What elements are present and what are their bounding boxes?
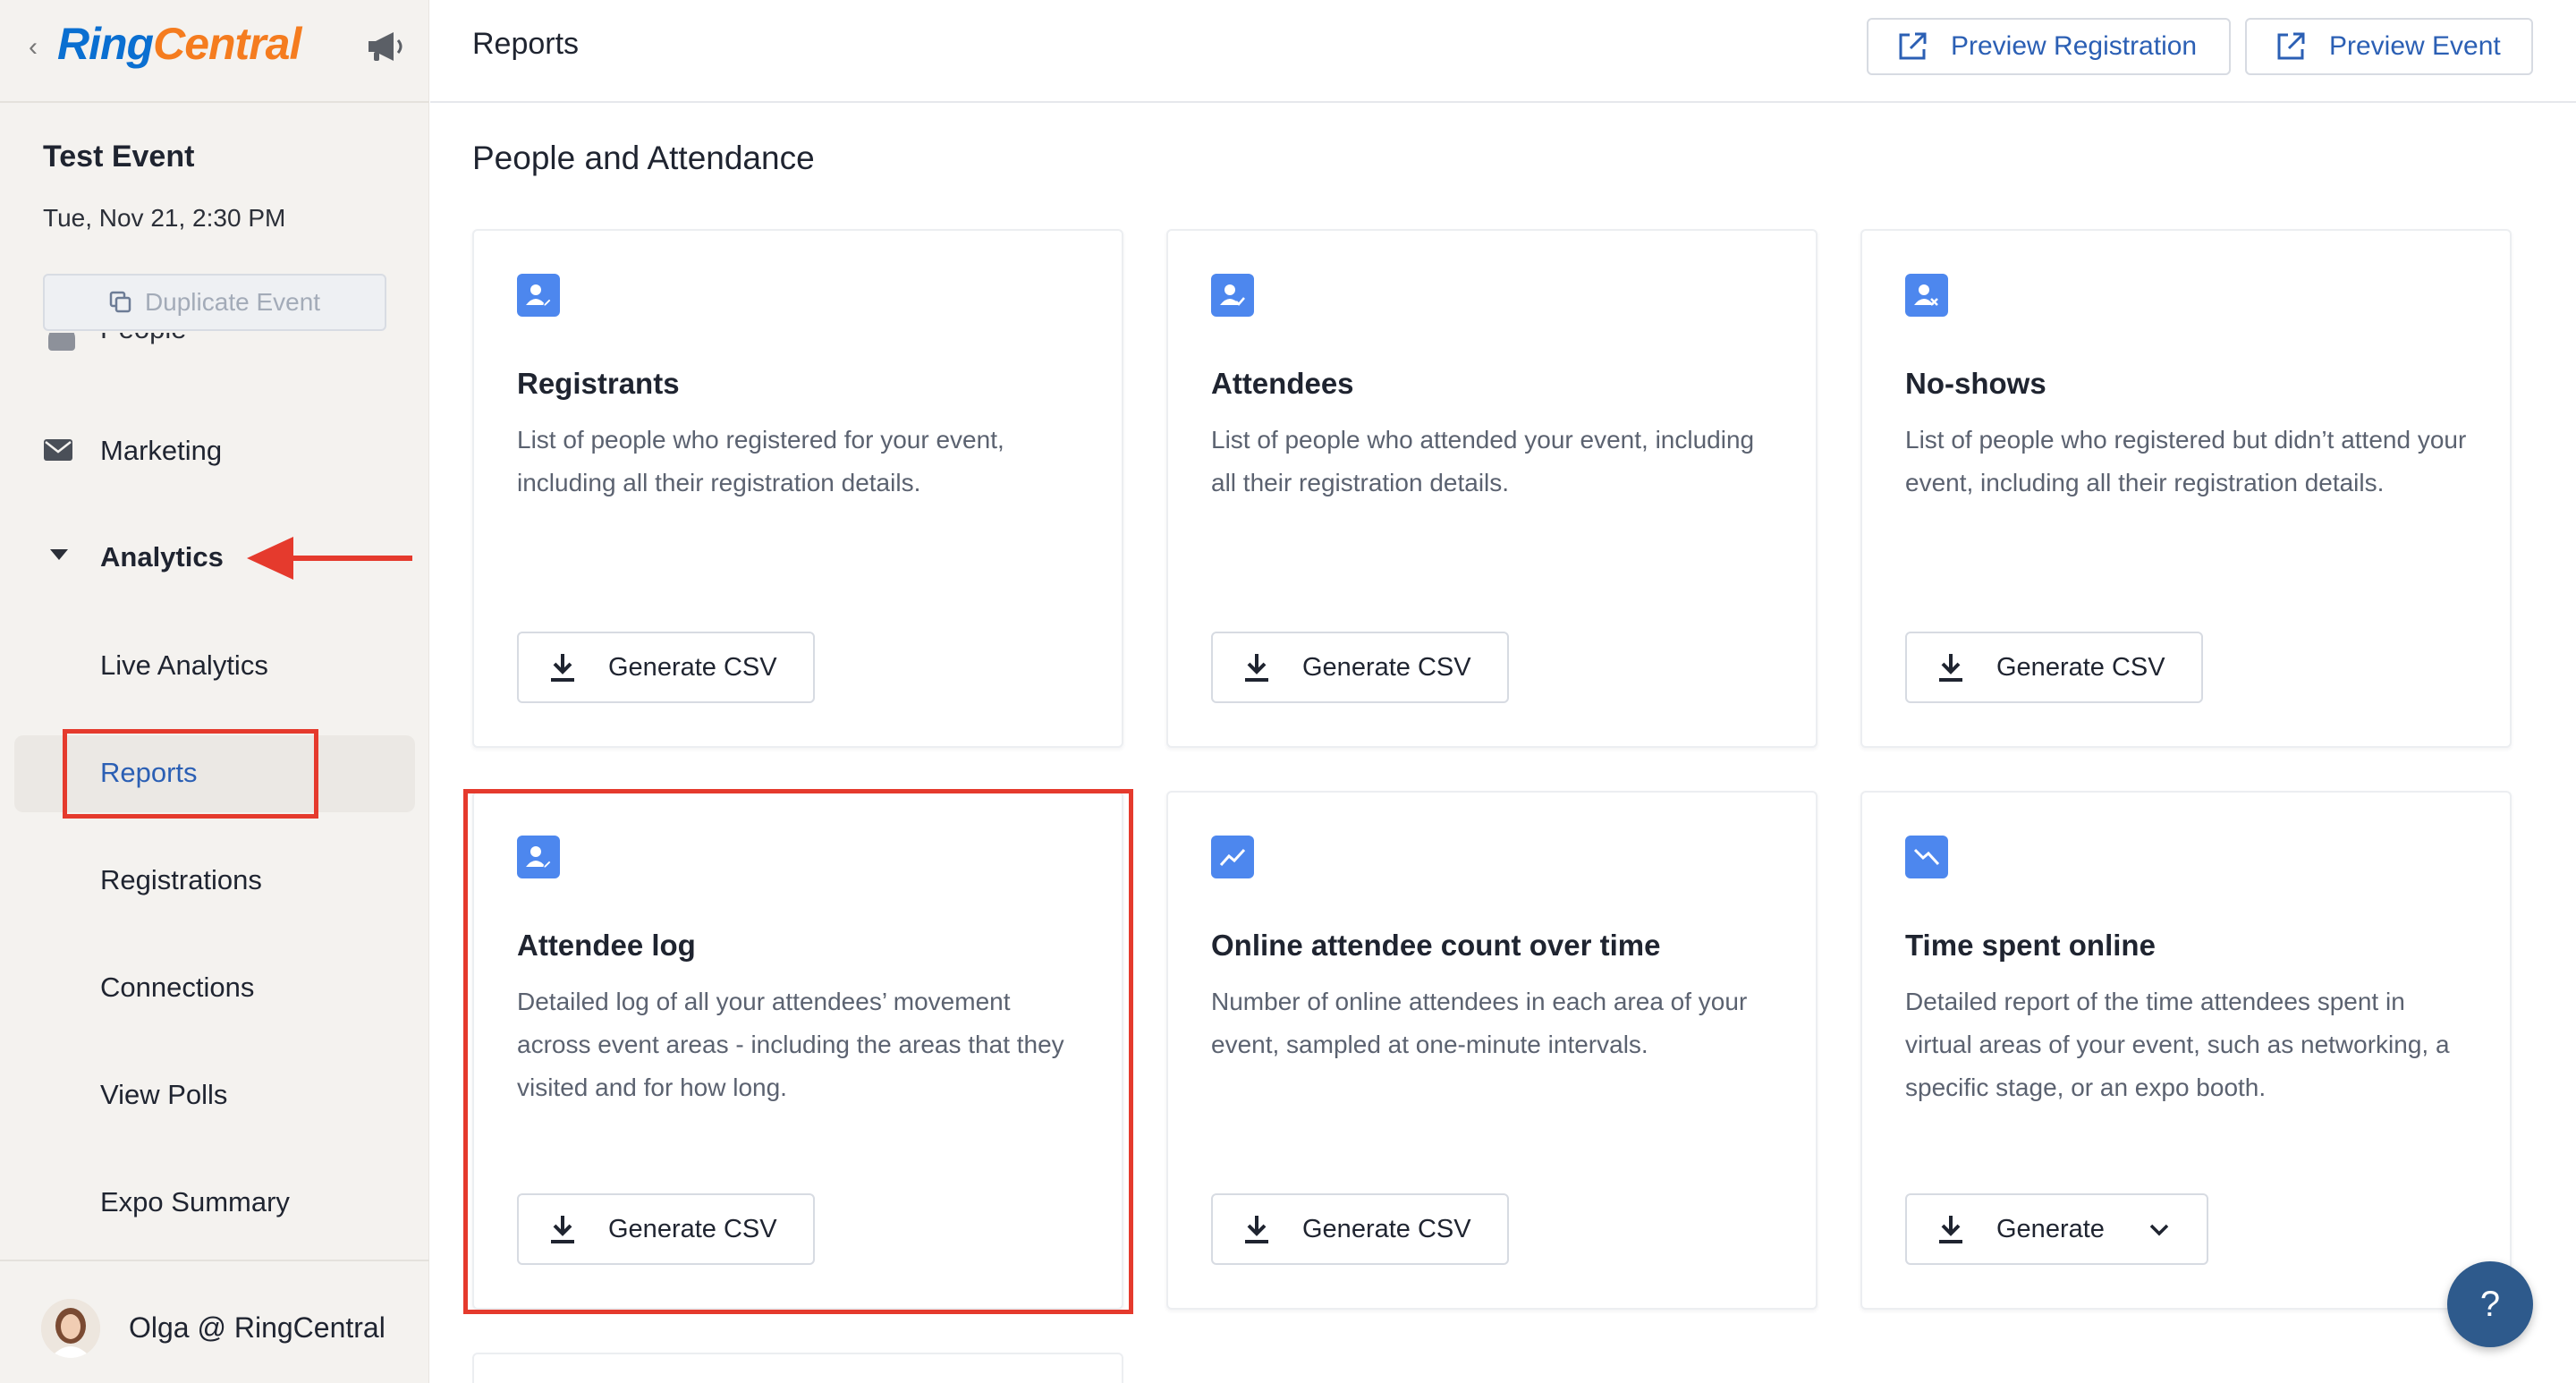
event-title: Test Event: [43, 140, 195, 174]
logo-part-ring: Ring: [57, 19, 154, 69]
user-name[interactable]: Olga @ RingCentral: [129, 1311, 386, 1345]
user-x-icon: [1905, 274, 1948, 317]
card-title: Online attendee count over time: [1211, 929, 1661, 962]
report-card-attendees: Attendees List of people who attended yo…: [1166, 229, 1818, 748]
report-card-no-shows: No-shows List of people who registered b…: [1860, 229, 2512, 748]
preview-event-button[interactable]: Preview Event: [2245, 18, 2533, 75]
duplicate-event-button[interactable]: Duplicate Event: [43, 274, 386, 331]
chevron-down-icon: [2149, 1224, 2169, 1236]
card-description: List of people who registered but didn’t…: [1905, 426, 2467, 496]
sidebar-item-live-analytics[interactable]: Live Analytics: [100, 649, 268, 682]
top-header: Reports Preview Registration Preview Eve…: [430, 0, 2576, 103]
download-icon: [1939, 1216, 1962, 1243]
user-check-icon: [1211, 274, 1254, 317]
reports-highlight-box: [63, 729, 318, 819]
generate-csv-button[interactable]: Generate CSV: [1211, 1193, 1509, 1265]
people-icon: [48, 333, 75, 351]
card-title: Time spent online: [1905, 929, 2156, 962]
sidebar-item-people[interactable]: People: [43, 333, 383, 361]
card-title: No-shows: [1905, 367, 2046, 400]
duplicate-event-label: Duplicate Event: [144, 288, 321, 316]
generate-csv-label: Generate CSV: [608, 652, 777, 682]
preview-event-label: Preview Event: [2329, 31, 2501, 61]
avatar-image: [41, 1299, 100, 1358]
section-title: People and Attendance: [472, 140, 815, 176]
user-edit-icon: [517, 274, 560, 317]
caret-down-icon[interactable]: [50, 549, 68, 560]
trend-up-icon: [1211, 836, 1254, 878]
help-button[interactable]: ?: [2447, 1261, 2533, 1347]
attendee-log-highlight-box: [463, 789, 1133, 1314]
generate-csv-label: Generate CSV: [1302, 1214, 1471, 1243]
trend-down-icon: [1905, 836, 1948, 878]
report-card-registrants: Registrants List of people who registere…: [472, 229, 1123, 748]
user-bar[interactable]: Olga @ RingCentral: [0, 1260, 429, 1383]
sidebar: ‹ RingCentral Test Event Tue, Nov 21, 2:…: [0, 0, 429, 1383]
megaphone-icon[interactable]: [365, 29, 406, 64]
sidebar-item-registrations[interactable]: Registrations: [100, 864, 262, 896]
report-card-time-online: Time spent online Detailed report of the…: [1860, 791, 2512, 1310]
card-title: Registrants: [517, 367, 680, 400]
copy-icon: [109, 291, 131, 313]
logo-part-central: Central: [153, 19, 301, 69]
arrow-left-icon: [247, 537, 412, 580]
generate-csv-button[interactable]: Generate CSV: [1905, 632, 2203, 703]
sidebar-item-connections[interactable]: Connections: [100, 971, 254, 1004]
card-description: List of people who registered for your e…: [517, 426, 1004, 496]
ringcentral-logo[interactable]: RingCentral: [57, 18, 301, 70]
page-title: Reports: [472, 27, 580, 61]
generate-csv-label: Generate CSV: [1996, 652, 2165, 682]
preview-registration-label: Preview Registration: [1951, 31, 2198, 61]
sidebar-item-people-label: People: [100, 333, 187, 345]
mail-icon: [44, 439, 72, 461]
sidebar-item-expo-summary[interactable]: Expo Summary: [100, 1186, 290, 1218]
chevron-left-icon[interactable]: ‹: [29, 32, 38, 63]
external-link-icon: [2277, 32, 2305, 60]
download-icon: [1939, 654, 1962, 682]
report-card-online-count: Online attendee count over time Number o…: [1166, 791, 1818, 1310]
external-link-icon: [1899, 32, 1927, 60]
card-description: Detailed report of the time attendees sp…: [1905, 988, 2450, 1101]
download-icon: [551, 654, 574, 682]
download-icon: [1245, 654, 1268, 682]
download-icon: [1245, 1216, 1268, 1243]
card-title: Attendees: [1211, 367, 1354, 400]
card-description: Number of online attendees in each area …: [1211, 988, 1748, 1058]
sidebar-item-analytics[interactable]: Analytics: [100, 541, 224, 573]
report-card-partial: [472, 1353, 1123, 1383]
generate-dropdown-button[interactable]: Generate: [1905, 1193, 2208, 1265]
card-description: List of people who attended your event, …: [1211, 426, 1755, 496]
sidebar-item-marketing[interactable]: Marketing: [100, 435, 222, 467]
generate-csv-button[interactable]: Generate CSV: [517, 632, 815, 703]
preview-registration-button[interactable]: Preview Registration: [1867, 18, 2231, 75]
logo-bar: ‹ RingCentral: [0, 0, 429, 103]
generate-label: Generate: [1996, 1214, 2105, 1243]
sidebar-item-view-polls[interactable]: View Polls: [100, 1079, 227, 1111]
event-date: Tue, Nov 21, 2:30 PM: [43, 204, 286, 232]
generate-csv-label: Generate CSV: [1302, 652, 1471, 682]
avatar[interactable]: [41, 1299, 100, 1358]
generate-csv-button[interactable]: Generate CSV: [1211, 632, 1509, 703]
